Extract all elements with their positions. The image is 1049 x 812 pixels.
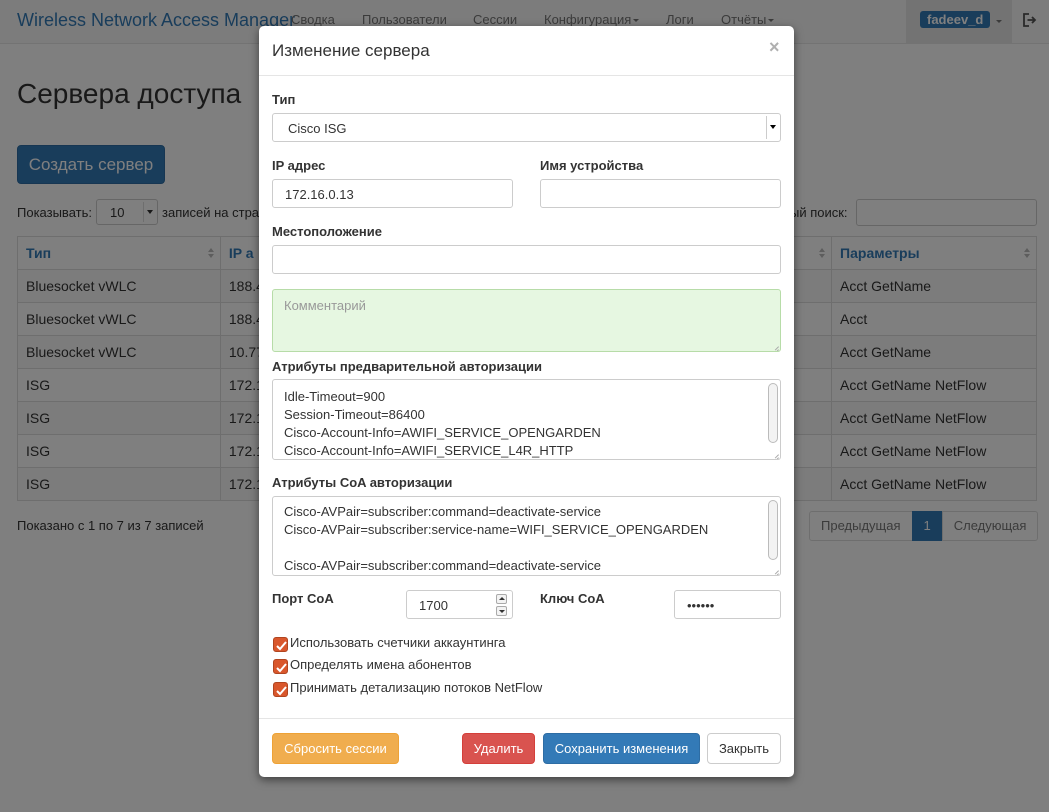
ip-label: IP адрес xyxy=(272,158,326,173)
ip-input[interactable]: 172.16.0.13 xyxy=(272,179,513,208)
vertical-scrollbar[interactable] xyxy=(767,381,779,445)
checkbox-checked-icon[interactable] xyxy=(273,659,288,674)
type-label: Тип xyxy=(272,92,296,107)
device-name-label: Имя устройства xyxy=(540,158,644,173)
coa-port-label: Порт CoA xyxy=(272,591,334,606)
textarea-line: Cisco-AVPair=subscriber:command=deactiva… xyxy=(284,504,601,519)
coa-key-label: Ключ CoA xyxy=(540,591,605,606)
edit-server-modal: Изменение сервера × Тип Cisco ISG IP адр… xyxy=(259,26,794,777)
coa-attributes-textarea[interactable]: Cisco-AVPair=subscriber:command=deactiva… xyxy=(272,496,781,576)
textarea-line: Cisco-Account-Info=AWIFI_SERVICE_OPENGAR… xyxy=(284,425,601,440)
close-icon[interactable]: × xyxy=(769,37,780,58)
checkbox-checked-icon[interactable] xyxy=(273,682,288,697)
comment-placeholder: Комментарий xyxy=(284,298,366,313)
coa-attributes-label: Атрибуты CoA авторизации xyxy=(272,475,453,490)
checkbox-label: Использовать счетчики аккаунтинга xyxy=(290,635,506,650)
coa-port-stepper[interactable]: 1700 xyxy=(406,590,513,619)
modal-title: Изменение сервера xyxy=(272,41,430,60)
modal-footer-divider xyxy=(259,718,794,719)
textarea-line: Cisco-Account-Info=AWIFI_SERVICE_L4R_HTT… xyxy=(284,443,574,458)
comment-textarea[interactable]: Комментарий xyxy=(272,289,781,352)
modal-header-divider xyxy=(259,75,794,76)
chevron-up-icon[interactable] xyxy=(496,594,507,604)
checkbox-label: Определять имена абонентов xyxy=(290,657,472,672)
textarea-line: Session-Timeout=86400 xyxy=(284,407,425,422)
type-select-value: Cisco ISG xyxy=(288,121,347,136)
device-name-input[interactable] xyxy=(540,179,781,208)
close-button[interactable]: Закрыть xyxy=(707,733,781,764)
location-input[interactable] xyxy=(272,245,781,274)
stepper-buttons[interactable] xyxy=(496,594,508,617)
delete-button[interactable]: Удалить xyxy=(462,733,535,764)
textarea-line xyxy=(284,539,780,557)
textarea-line: Cisco-AVPair=subscriber:command=deactiva… xyxy=(284,558,601,573)
save-changes-button[interactable]: Сохранить изменения xyxy=(543,733,700,764)
resize-grip-icon[interactable] xyxy=(770,449,779,458)
scrollbar-thumb[interactable] xyxy=(768,383,778,443)
textarea-line: Idle-Timeout=900 xyxy=(284,389,386,404)
scrollbar-thumb[interactable] xyxy=(768,500,778,560)
type-select[interactable]: Cisco ISG xyxy=(272,113,781,142)
checkbox-checked-icon[interactable] xyxy=(273,637,288,652)
reset-sessions-button[interactable]: Сбросить сессии xyxy=(272,733,399,764)
preauth-attributes-textarea[interactable]: Idle-Timeout=900 Session-Timeout=86400 C… xyxy=(272,379,781,460)
chevron-down-icon[interactable] xyxy=(496,606,507,616)
preauth-attributes-label: Атрибуты предварительной авторизации xyxy=(272,359,542,374)
checkbox-label: Принимать детализацию потоков NetFlow xyxy=(290,680,543,695)
location-label: Местоположение xyxy=(272,224,382,239)
vertical-scrollbar[interactable] xyxy=(767,498,779,561)
coa-port-value: 1700 xyxy=(419,598,448,613)
coa-key-input[interactable]: •••••• xyxy=(674,590,781,619)
resize-grip-icon[interactable] xyxy=(770,565,779,574)
chevron-down-icon xyxy=(766,116,778,139)
resize-grip-icon[interactable] xyxy=(770,341,779,350)
textarea-line: Cisco-AVPair=subscriber:service-name=WIF… xyxy=(284,522,709,537)
